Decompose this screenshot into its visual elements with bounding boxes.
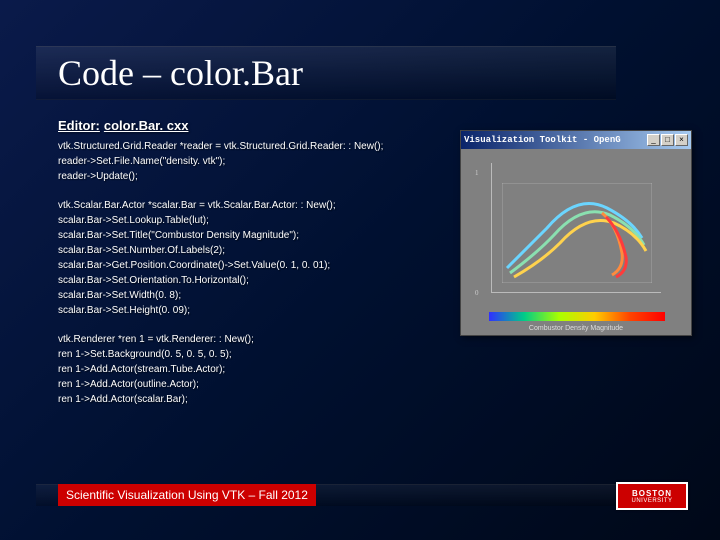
code-line: ren 1->Add.Actor(stream.Tube.Actor); [58,362,438,377]
axis-tick: 1 [475,169,479,177]
editor-filename: color.Bar. cxx [104,118,189,133]
scalar-bar [489,312,665,321]
window-title: Visualization Toolkit - OpenG [464,135,621,145]
code-line: scalar.Bar->Set.Lookup.Table(lut); [58,213,438,228]
render-canvas: 1 0 Combustor Density Magnitude [461,149,691,335]
logo-line2: UNIVERSITY [631,498,672,504]
editor-heading: Editor: color.Bar. cxx [58,118,438,133]
code-line: reader->Set.File.Name("density. vtk"); [58,154,438,169]
editor-label: Editor: [58,118,100,133]
footer-text: Scientific Visualization Using VTK – Fal… [58,484,316,506]
window-titlebar: Visualization Toolkit - OpenG _ □ × [461,131,691,149]
code-line: scalar.Bar->Set.Number.Of.Labels(2); [58,243,438,258]
code-line: scalar.Bar->Get.Position.Coordinate()->S… [58,258,438,273]
code-container: vtk.Structured.Grid.Reader *reader = vtk… [58,139,438,407]
plot-frame [491,163,661,293]
visualization-window: Visualization Toolkit - OpenG _ □ × 1 0 … [460,130,692,336]
maximize-button[interactable]: □ [661,134,674,146]
minimize-button[interactable]: _ [647,134,660,146]
window-buttons: _ □ × [647,134,688,146]
code-group: vtk.Renderer *ren 1 = vtk.Renderer: : Ne… [58,332,438,407]
code-line: vtk.Structured.Grid.Reader *reader = vtk… [58,139,438,154]
code-line: vtk.Scalar.Bar.Actor *scalar.Bar = vtk.S… [58,198,438,213]
code-line: ren 1->Add.Actor(scalar.Bar); [58,392,438,407]
content-area: Editor: color.Bar. cxx vtk.Structured.Gr… [58,118,438,421]
code-group: vtk.Scalar.Bar.Actor *scalar.Bar = vtk.S… [58,198,438,318]
code-line: scalar.Bar->Set.Height(0. 09); [58,303,438,318]
scalar-bar-title: Combustor Density Magnitude [461,325,691,332]
code-line: ren 1->Add.Actor(outline.Actor); [58,377,438,392]
code-line: reader->Update(); [58,169,438,184]
code-line: vtk.Renderer *ren 1 = vtk.Renderer: : Ne… [58,332,438,347]
slide-title: Code – color.Bar [58,52,303,94]
code-line: scalar.Bar->Set.Orientation.To.Horizonta… [58,273,438,288]
streamline-plot [502,183,652,283]
code-line: scalar.Bar->Set.Width(0. 8); [58,288,438,303]
close-button[interactable]: × [675,134,688,146]
axis-tick: 0 [475,289,479,297]
title-band: Code – color.Bar [36,46,616,100]
logo-line1: BOSTON [632,489,672,498]
code-line: ren 1->Set.Background(0. 5, 0. 5, 0. 5); [58,347,438,362]
code-group: vtk.Structured.Grid.Reader *reader = vtk… [58,139,438,184]
code-line: scalar.Bar->Set.Title("Combustor Density… [58,228,438,243]
boston-university-logo: BOSTON UNIVERSITY [616,482,688,510]
